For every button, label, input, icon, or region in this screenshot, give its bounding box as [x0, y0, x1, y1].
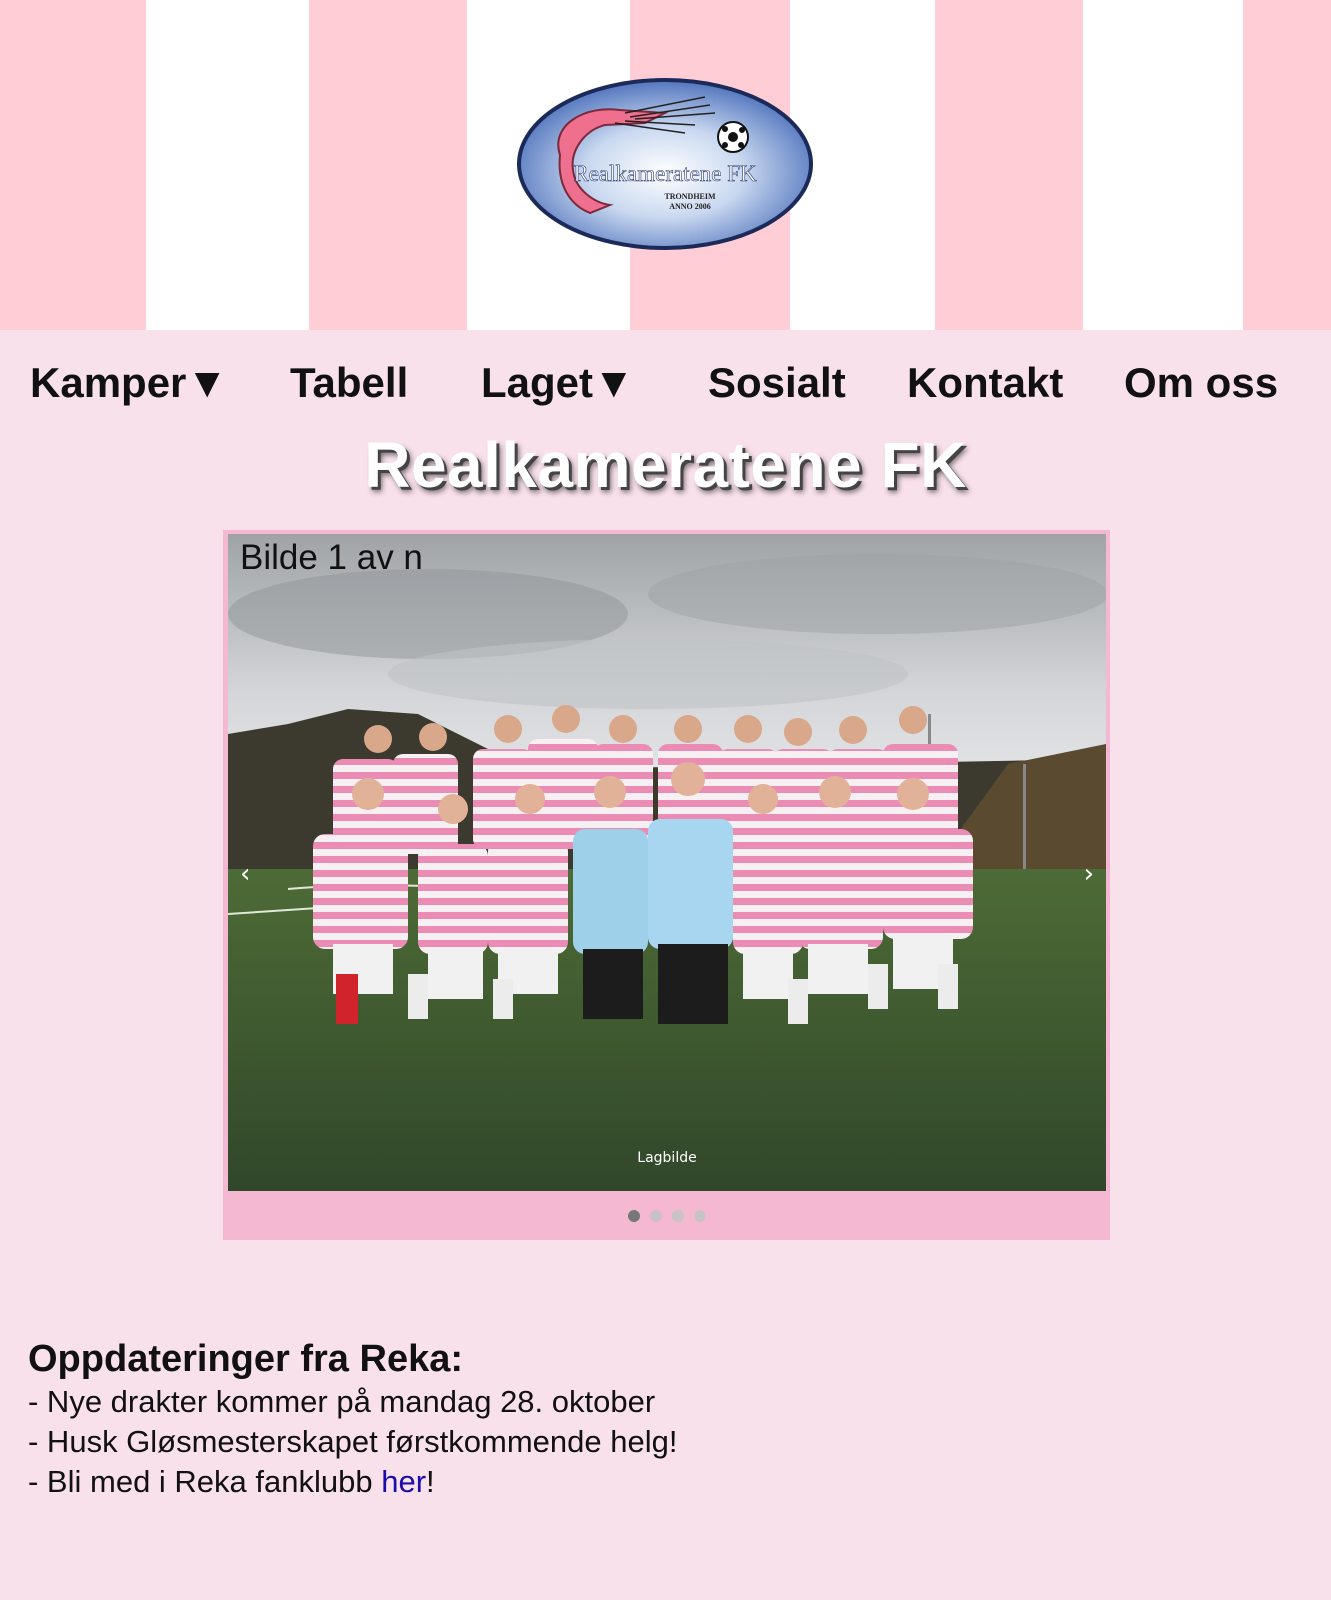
update-item: - Husk Gløsmesterskapet førstkommende he…	[28, 1424, 678, 1459]
update-item: - Nye drakter kommer på mandag 28. oktob…	[28, 1384, 656, 1419]
header-banner: Realkameratene FK TRONDHEIM ANNO 2006	[0, 0, 1331, 330]
nav-item-laget[interactable]: Laget▼	[481, 358, 635, 408]
update-text: !	[426, 1464, 435, 1499]
slide-dot-4[interactable]	[693, 1210, 706, 1222]
prev-slide-button[interactable]: ‹	[240, 859, 250, 889]
stripe	[309, 0, 467, 330]
nav-item-sosialt[interactable]: Sosialt	[708, 358, 846, 408]
stripe	[0, 0, 146, 330]
stripe	[935, 0, 1083, 330]
next-slide-button[interactable]: ›	[1084, 859, 1094, 889]
logo-name: Realkameratene FK	[573, 161, 757, 186]
slide-caption: Lagbilde	[637, 1150, 697, 1166]
slide-indicators	[223, 1210, 1110, 1222]
logo-city: TRONDHEIM	[664, 192, 716, 201]
main-nav: Kamper▼ Tabell Laget▼ Sosialt Kontakt Om…	[0, 358, 1331, 408]
fanclub-link[interactable]: her	[381, 1464, 426, 1499]
updates-heading: Oppdateringer fra Reka:	[28, 1338, 463, 1380]
slide-dot-3[interactable]	[671, 1210, 684, 1222]
logo-founded: ANNO 2006	[669, 202, 711, 211]
slide-counter: Bilde 1 av n	[240, 538, 423, 577]
slide-dot-2[interactable]	[649, 1210, 662, 1222]
slideshow: Bilde 1 av n ‹ › Lagbilde	[223, 530, 1110, 1240]
nav-item-om-oss[interactable]: Om oss	[1124, 358, 1278, 408]
slide-dot-1[interactable]	[627, 1210, 640, 1222]
nav-item-tabell[interactable]: Tabell	[290, 358, 408, 408]
update-item: - Bli med i Reka fanklubb her!	[28, 1462, 1228, 1502]
nav-item-kontakt[interactable]: Kontakt	[907, 358, 1063, 408]
team-photo	[228, 534, 1106, 1191]
slide-image: Bilde 1 av n ‹ › Lagbilde	[228, 534, 1106, 1191]
nav-item-kamper[interactable]: Kamper▼	[30, 358, 228, 408]
club-logo[interactable]: Realkameratene FK TRONDHEIM ANNO 2006	[515, 75, 815, 253]
update-text: - Bli med i Reka fanklubb	[28, 1464, 382, 1499]
page-title: Realkameratene FK	[364, 429, 967, 501]
updates-section: Oppdateringer fra Reka: - Nye drakter ko…	[28, 1336, 1228, 1502]
stripe	[1243, 0, 1331, 330]
